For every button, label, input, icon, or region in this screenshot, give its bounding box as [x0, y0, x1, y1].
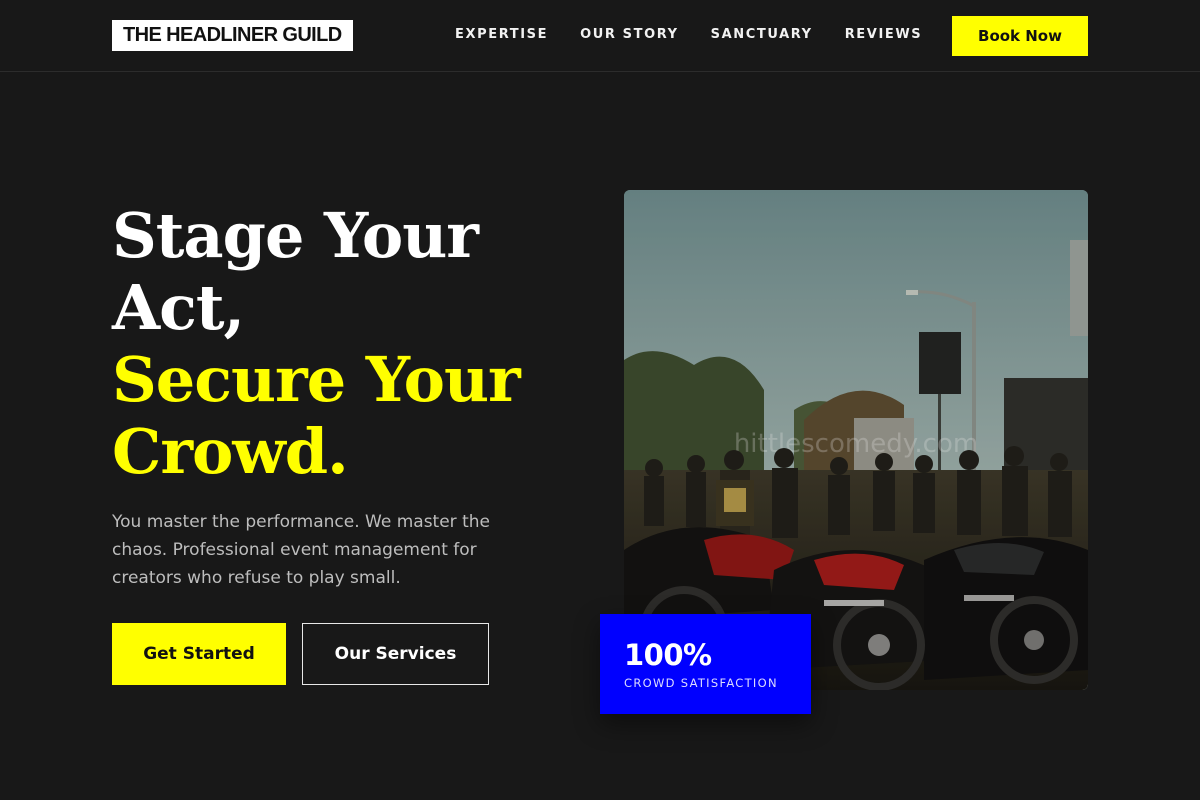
nav-link-reviews[interactable]: REVIEWS — [845, 25, 923, 45]
nav-link-expertise[interactable]: EXPERTISE — [455, 25, 548, 45]
hero-description: You master the performance. We master th… — [112, 512, 490, 588]
nav-link-our-story[interactable]: OUR STORY — [580, 25, 679, 45]
main-nav: EXPERTISE OUR STORY SANCTUARY REVIEWS — [455, 25, 922, 45]
book-now-button[interactable]: Book Now — [952, 16, 1088, 56]
site-header: THE HEADLINER GUILD EXPERTISE OUR STORY … — [0, 0, 1200, 72]
headline-line-4: Crowd. — [112, 415, 349, 488]
headline-line-1: Stage Your — [112, 199, 479, 272]
hero-headline: Stage Your Act, Secure Your Crowd. — [112, 200, 572, 488]
stat-badge: 100% CROWD SATISFACTION — [600, 614, 811, 714]
our-services-button[interactable]: Our Services — [302, 623, 489, 685]
brand-logo[interactable]: THE HEADLINER GUILD — [112, 20, 353, 51]
stat-value: 100% — [624, 638, 712, 672]
stat-label: CROWD SATISFACTION — [624, 676, 778, 690]
nav-link-sanctuary[interactable]: SANCTUARY — [711, 25, 813, 45]
headline-line-2: Act, — [112, 271, 245, 344]
headline-line-3: Secure Your — [112, 343, 521, 416]
get-started-button[interactable]: Get Started — [112, 623, 286, 685]
